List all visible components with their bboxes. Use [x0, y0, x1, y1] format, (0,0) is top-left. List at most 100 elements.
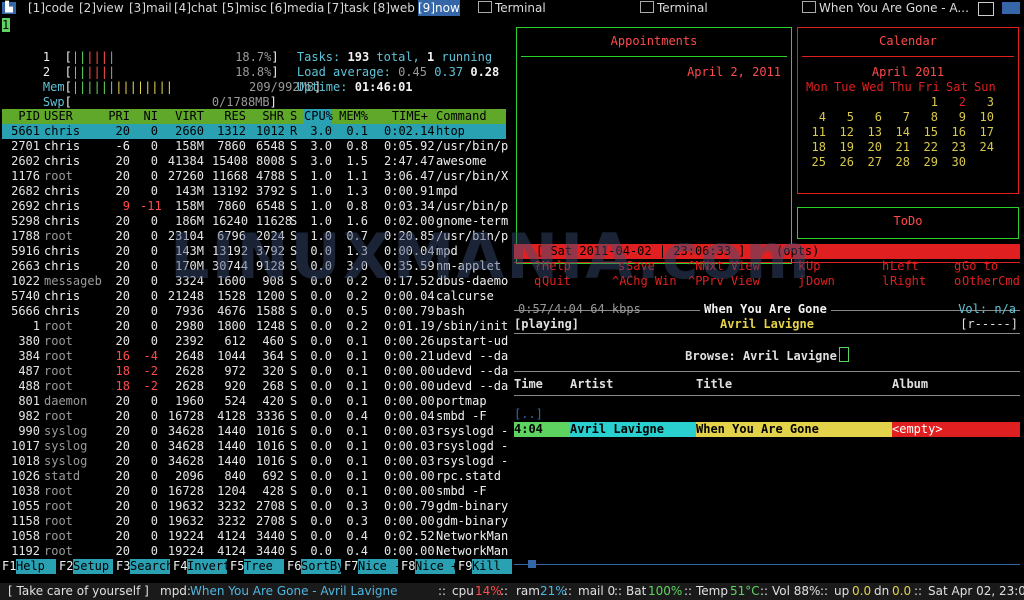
- calendar-day[interactable]: 28: [890, 155, 910, 169]
- calendar-day[interactable]: 27: [862, 155, 882, 169]
- calcurse-key[interactable]: g: [954, 259, 961, 273]
- process-table-header[interactable]: PID USER PRI NI VIRT RES SHR S CPU% MEM% TIME+ Comm…: [2, 109, 506, 124]
- column-header-res[interactable]: RES: [212, 109, 246, 124]
- tray-icon[interactable]: [1002, 2, 1020, 14]
- process-row[interactable]: 2701 chris -6 0 158M 7860 6548 S 3.0 0.8 0:05.92/u…: [2, 139, 508, 154]
- fkey-label[interactable]: SortBy: [301, 559, 341, 574]
- column-header-artist[interactable]: Artist: [570, 377, 613, 391]
- calendar-day[interactable]: 16: [946, 125, 966, 139]
- column-header-command[interactable]: Command: [436, 109, 506, 124]
- process-row[interactable]: 488 root 18 -2 2628 920 268 S 0.0 0.1 0:00.00 udevd…: [2, 379, 508, 394]
- process-row[interactable]: 990 syslog 20 0 34628 1440 1016 S 0.0 0.1 0:00.03 r…: [2, 424, 508, 439]
- launcher-icon[interactable]: ▙: [2, 2, 16, 14]
- fkey-f7[interactable]: F7: [344, 559, 358, 574]
- fkey-label[interactable]: Tree: [244, 559, 284, 574]
- process-row[interactable]: 2602 chris 20 0 41384 15408 8008 S 3.0 1.5 2:47.47…: [2, 154, 506, 169]
- fkey-f1[interactable]: F1: [2, 559, 16, 574]
- mail-label[interactable]: mail 0: [578, 583, 615, 600]
- calendar-day[interactable]: 7: [890, 110, 910, 124]
- calendar-day[interactable]: 4: [806, 110, 826, 124]
- calendar-day[interactable]: 25: [806, 155, 826, 169]
- process-row[interactable]: 1176 root 20 0 27260 11668 4788 S 1.0 1.1 3:06.47/…: [2, 169, 508, 184]
- calcurse-key[interactable]: o: [954, 274, 961, 288]
- process-row[interactable]: 1055 root 20 0 19632 3232 2708 S 0.0 0.3 0:00.79 gd…: [2, 499, 508, 514]
- calendar-day[interactable]: 12: [834, 125, 854, 139]
- fkey-f8[interactable]: F8: [401, 559, 415, 574]
- column-header-mem[interactable]: MEM%: [338, 109, 368, 124]
- tag-7[interactable]: [7]task: [327, 0, 369, 16]
- fkey-label[interactable]: Invert: [187, 559, 227, 574]
- column-header-time[interactable]: TIME+: [384, 109, 428, 124]
- taskbar-item-3[interactable]: When You Are Gone - A...: [802, 0, 969, 16]
- calendar-day[interactable]: 22: [918, 140, 938, 154]
- calendar-day[interactable]: 26: [834, 155, 854, 169]
- column-header-shr[interactable]: SHR: [256, 109, 284, 124]
- process-row[interactable]: 1158 root 20 0 19632 3232 2708 S 0.0 0.3 0:00.00 gd…: [2, 514, 508, 529]
- calendar-day[interactable]: 29: [918, 155, 938, 169]
- calendar-day[interactable]: 14: [890, 125, 910, 139]
- fkey-label[interactable]: Setup: [73, 559, 113, 574]
- calendar-panel[interactable]: Calendar April 2011 Mon Tue Wed Thu Fri Sat Su…: [797, 27, 1019, 194]
- tag-1[interactable]: [1]code: [28, 0, 74, 16]
- column-header-ni[interactable]: NI: [140, 109, 158, 124]
- process-row[interactable]: 1038 root 20 0 16728 1204 428 S 0.0 0.1 0:00.00 smb…: [2, 484, 506, 499]
- taskbar-item-2[interactable]: Terminal: [640, 0, 708, 16]
- tag-8[interactable]: [8]web: [373, 0, 415, 16]
- process-row[interactable]: 801 daemon 20 0 1960 524 420 S 0.0 0.1 0:00.00 port…: [2, 394, 506, 409]
- fkey-f9[interactable]: F9: [458, 559, 472, 574]
- calendar-day[interactable]: 8: [918, 110, 938, 124]
- column-header-time[interactable]: Time: [514, 377, 543, 391]
- fkey-label[interactable]: Help: [16, 559, 56, 574]
- tag-6[interactable]: [6]media: [270, 0, 324, 16]
- process-row[interactable]: 982 root 20 0 16728 4128 3336 S 0.0 0.4 0:00.04 smb…: [2, 409, 506, 424]
- column-header-virt[interactable]: VIRT: [166, 109, 204, 124]
- calendar-day[interactable]: 3: [974, 95, 994, 109]
- calendar-day[interactable]: 13: [862, 125, 882, 139]
- calendar-day[interactable]: 17: [974, 125, 994, 139]
- calendar-day[interactable]: 9: [946, 110, 966, 124]
- column-header-pid[interactable]: PID: [2, 109, 40, 124]
- calendar-day[interactable]: 11: [806, 125, 826, 139]
- fkey-f4[interactable]: F4: [173, 559, 187, 574]
- clock[interactable]: Sat Apr 02, 23:06: [928, 583, 1024, 600]
- fkey-label[interactable]: Search: [130, 559, 170, 574]
- fkey-label[interactable]: Kill: [472, 559, 512, 574]
- calendar-day[interactable]: 10: [974, 110, 994, 124]
- todo-panel[interactable]: ToDo: [797, 207, 1019, 239]
- fkey-f6[interactable]: F6: [287, 559, 301, 574]
- calendar-day[interactable]: 15: [918, 125, 938, 139]
- calendar-day[interactable]: 20: [862, 140, 882, 154]
- process-row[interactable]: 1017 syslog 20 0 34628 1440 1016 S 0.0 0.1 0:00.03…: [2, 439, 508, 454]
- tag-2[interactable]: [2]view: [79, 0, 124, 16]
- calendar-day[interactable]: 24: [974, 140, 994, 154]
- layout-icon[interactable]: [978, 2, 994, 16]
- calendar-day[interactable]: 30: [946, 155, 966, 169]
- process-row[interactable]: 5661 chris 20 0 2660 1312 1012 R 3.0 0.1 0:02.14 ht…: [2, 124, 506, 139]
- calcurse-key[interactable]: h: [882, 259, 889, 273]
- column-header-s[interactable]: S: [290, 109, 300, 124]
- process-row[interactable]: 1018 syslog 20 0 34628 1440 1016 S 0.0 0.1 0:00.03…: [2, 454, 508, 469]
- process-row[interactable]: 1 root 20 0 2980 1800 1248 S 0.0 0.2 0:01.19/sbin/…: [2, 319, 508, 334]
- fkey-label[interactable]: Nice +: [415, 559, 455, 574]
- calendar-day[interactable]: 2: [946, 95, 966, 109]
- calendar-day[interactable]: 18: [806, 140, 826, 154]
- calendar-day[interactable]: 23: [946, 140, 966, 154]
- process-row[interactable]: 2692 chris 9 -11 158M 7860 6548 S 1.0 0.8 0:03.34/…: [2, 199, 508, 214]
- calcurse-key[interactable]: l: [882, 274, 889, 288]
- parent-dir-item[interactable]: [..]: [514, 407, 543, 421]
- tag-9[interactable]: [9]now: [418, 0, 460, 16]
- column-header-album[interactable]: Album: [892, 377, 928, 391]
- column-header-pri[interactable]: PRI: [104, 109, 130, 124]
- calendar-day[interactable]: 1: [918, 95, 938, 109]
- column-header-title[interactable]: Title: [696, 377, 732, 391]
- process-row[interactable]: 5666 chris 20 0 7936 4676 1588 S 0.0 0.5 0:00.79 ba…: [2, 304, 506, 319]
- fkey-f2[interactable]: F2: [59, 559, 73, 574]
- process-row[interactable]: 2682 chris 20 0 143M 13192 3792 S 1.0 1.3 0:00.91 m…: [2, 184, 506, 199]
- progress-handle[interactable]: [528, 560, 536, 568]
- mpd-song[interactable]: When You Are Gone - Avril Lavigne: [190, 583, 398, 600]
- process-row[interactable]: 384 root 16 -4 2648 1044 364 S 0.0 0.1 0:00.21 udev…: [2, 349, 508, 364]
- process-row[interactable]: 487 root 18 -2 2628 972 320 S 0.0 0.1 0:00.00 udevd…: [2, 364, 508, 379]
- tag-4[interactable]: [4]chat: [174, 0, 217, 16]
- column-header-cpu[interactable]: CPU%: [304, 109, 333, 124]
- tag-5[interactable]: [5]misc: [222, 0, 267, 16]
